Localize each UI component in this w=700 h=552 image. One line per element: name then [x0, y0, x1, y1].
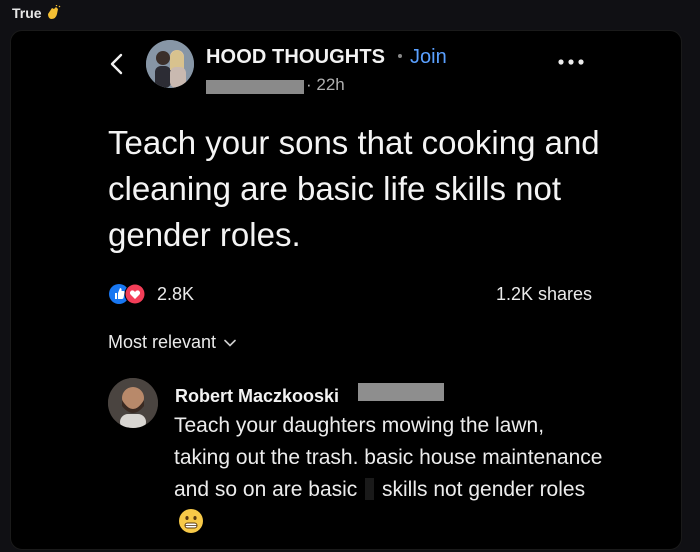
page-avatar-image [146, 40, 194, 88]
redacted-author [206, 80, 304, 94]
comment-text: Teach your daughters mowing the lawn, ta… [174, 410, 604, 538]
reaction-count: 2.8K [157, 283, 195, 304]
separator-dot [398, 54, 402, 58]
post-text: Teach your sons that cooking and cleanin… [108, 124, 600, 253]
comment-author[interactable]: Robert Maczkooski [175, 386, 339, 407]
page-avatar[interactable] [146, 40, 194, 88]
clapping-hands-icon [47, 5, 61, 19]
grimacing-face-emoji-icon [179, 509, 203, 533]
reaction-icons [109, 283, 146, 305]
join-button[interactable]: Join [410, 46, 447, 69]
comment-avatar-image [108, 378, 158, 428]
shares-count[interactable]: 1.2K shares [496, 284, 592, 305]
post-time: · 22h [306, 75, 345, 94]
more-dots-icon[interactable] [556, 58, 586, 66]
comment-avatar[interactable] [108, 378, 158, 428]
outer-caption-text: True [12, 5, 42, 21]
love-reaction-icon [124, 283, 146, 305]
back-chevron-icon[interactable] [108, 52, 126, 76]
page-name[interactable]: HOOD THOUGHTS [206, 46, 385, 69]
comment-text-part2: skills not gender roles [381, 478, 586, 501]
redacted-comment-meta [358, 383, 444, 401]
chevron-down-icon [224, 339, 236, 347]
reactions-summary[interactable]: 2.8K [107, 282, 194, 306]
outer-caption: True [12, 5, 61, 21]
redaction-bar [365, 478, 375, 500]
comment-sort-dropdown[interactable]: Most relevant [108, 332, 236, 353]
sort-label: Most relevant [108, 332, 217, 352]
